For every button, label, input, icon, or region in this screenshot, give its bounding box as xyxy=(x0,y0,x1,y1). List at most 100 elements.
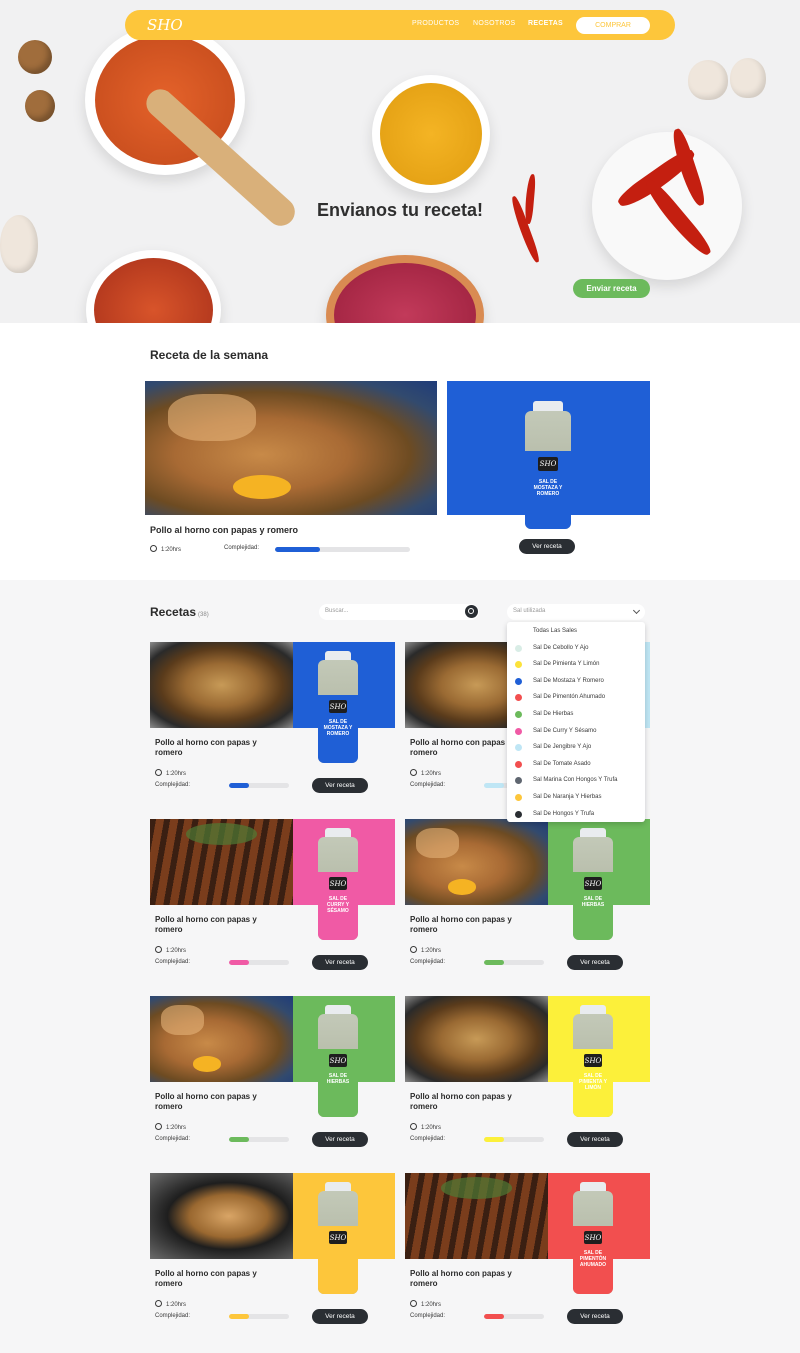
salt-color-dot xyxy=(515,727,522,735)
salt-filter-option[interactable]: Sal De Mostaza Y Romero xyxy=(507,674,645,690)
salt-color-dot xyxy=(515,694,522,702)
recipe-photo[interactable] xyxy=(405,1173,548,1259)
bottle-logo-seal: SHO xyxy=(329,1231,347,1244)
buy-button[interactable]: COMPRAR xyxy=(576,17,650,34)
bottle-label: SHO xyxy=(318,1225,358,1294)
clock-icon xyxy=(410,769,417,776)
salt-filter-option[interactable]: Sal De Jengibre Y Ajo xyxy=(507,740,645,756)
nav-link-nosotros[interactable]: NOSOTROS xyxy=(473,20,515,27)
salt-filter-option-label: Sal De Hongos Y Trufa xyxy=(533,810,595,817)
bottle-salt-name: SAL DE HIERBAS xyxy=(326,1073,350,1086)
recipe-card[interactable]: SHO SAL DE PIMENTÓN AHUMADO Pollo al horno… xyxy=(405,1173,650,1338)
clock-icon xyxy=(155,1300,162,1307)
salt-filter-option[interactable]: Sal De Hierbas xyxy=(507,707,645,723)
view-recipe-button[interactable]: Ver receta xyxy=(567,1309,623,1324)
salt-filter-option[interactable]: Sal De Tomate Asado xyxy=(507,757,645,773)
complexity-label: Complejidad: xyxy=(155,1136,191,1142)
recipe-card[interactable]: SHO SAL DE CURRY Y SÉSAMO Pollo al horno c… xyxy=(150,819,395,984)
time-value: 1:20hrs xyxy=(421,771,442,777)
bottle-body: SHO SAL DE MOSTAZA Y ROMERO xyxy=(525,411,571,529)
salt-bottle[interactable]: SHO xyxy=(318,1182,358,1294)
view-recipe-button[interactable]: Ver receta xyxy=(312,1309,368,1324)
salt-bottle[interactable]: SHO SAL DE HIERBAS xyxy=(573,828,613,940)
recipe-card[interactable]: SHO Pollo al horno con papas y romero 1:20… xyxy=(150,1173,395,1338)
recipe-name[interactable]: Pollo al horno con papas y romero xyxy=(410,915,540,935)
salt-bottle[interactable]: SHO SAL DE MOSTAZA Y ROMERO xyxy=(318,651,358,763)
bottle-logo: SHO xyxy=(584,1234,602,1243)
salt-filter-option-label: Sal De Pimentón Ahumado xyxy=(533,694,606,701)
recipe-name[interactable]: Pollo al horno con papas y romero xyxy=(155,1092,285,1112)
salt-bottle[interactable]: SHO SAL DE HIERBAS xyxy=(318,1005,358,1117)
send-recipe-button[interactable]: Enviar receta xyxy=(573,279,650,298)
bottle-salt-name: SAL DE HIERBAS xyxy=(581,896,605,909)
recipe-photo[interactable] xyxy=(150,1173,293,1259)
view-recipe-button[interactable]: Ver receta xyxy=(312,778,368,793)
recipe-photo[interactable] xyxy=(405,996,548,1082)
sumac-bowl-image xyxy=(326,255,484,323)
nav-link-productos[interactable]: PRODUCTOS xyxy=(412,20,459,27)
bottle-logo-seal: SHO xyxy=(329,877,347,890)
search-placeholder: Buscar... xyxy=(325,608,349,614)
recipe-photo[interactable] xyxy=(150,996,293,1082)
view-recipe-button[interactable]: Ver receta xyxy=(312,955,368,970)
salt-bottle[interactable]: SHO SAL DE PIMENTÓN AHUMADO xyxy=(573,1182,613,1294)
salt-color-dot xyxy=(515,644,522,652)
weekly-recipe-name[interactable]: Pollo al horno con papas y romero xyxy=(150,525,440,535)
complexity-fill xyxy=(229,1137,249,1142)
nav-link-recetas[interactable]: RECETAS xyxy=(528,20,563,27)
complexity-label: Complejidad: xyxy=(155,782,191,788)
recipe-name[interactable]: Pollo al horno con papas y romero xyxy=(410,1092,540,1112)
recipe-name[interactable]: Pollo al horno con papas y romero xyxy=(155,1269,285,1289)
salt-filter-option[interactable]: Sal De Curry Y Sésamo xyxy=(507,724,645,740)
bottle-label: SHO SAL DE HIERBAS xyxy=(573,871,613,940)
bottle-logo: SHO xyxy=(329,880,347,889)
complexity-fill xyxy=(484,1137,504,1142)
weekly-view-recipe-button[interactable]: Ver receta xyxy=(519,539,575,554)
recipe-time: 1:20hrs xyxy=(155,1123,186,1131)
recipe-photo[interactable] xyxy=(150,642,293,728)
weekly-complexity-label: Complejidad: xyxy=(224,545,260,551)
view-recipe-button[interactable]: Ver receta xyxy=(567,955,623,970)
brand-logo[interactable]: SHO xyxy=(147,16,183,34)
time-value: 1:20hrs xyxy=(166,1302,187,1308)
salt-filter-option[interactable]: Sal De Pimienta Y Limón xyxy=(507,657,645,673)
salt-filter-option[interactable]: Sal Marina Con Hongos Y Trufa xyxy=(507,773,645,789)
bottle-label: SHO SAL DE MOSTAZA Y ROMERO xyxy=(318,694,358,763)
recipe-name[interactable]: Pollo al horno con papas y romero xyxy=(410,1269,540,1289)
recipe-card[interactable]: SHO SAL DE PIMIENTA Y LIMÓN Pollo al horno… xyxy=(405,996,650,1161)
turmeric-bowl-image xyxy=(372,75,490,193)
recipe-name[interactable]: Pollo al horno con papas y romero xyxy=(155,738,285,758)
salt-bottle[interactable]: SHO SAL DE CURRY Y SÉSAMO xyxy=(318,828,358,940)
salt-filter-option[interactable]: Sal De Pimentón Ahumado xyxy=(507,690,645,706)
garlic-image xyxy=(730,58,766,98)
weekly-recipe-photo[interactable] xyxy=(145,381,437,515)
complexity-fill xyxy=(229,783,249,788)
recipe-name[interactable]: Pollo al horno con papas y romero xyxy=(155,915,285,935)
chili-flakes-bowl-image xyxy=(86,250,221,323)
recipe-card[interactable]: SHO SAL DE HIERBAS Pollo al horno con papa… xyxy=(405,819,650,984)
complexity-label: Complejidad: xyxy=(155,1313,191,1319)
search-icon[interactable] xyxy=(465,605,478,618)
recipe-time: 1:20hrs xyxy=(155,946,186,954)
salt-filter-option[interactable]: Todas Las Sales xyxy=(507,624,645,640)
search-input[interactable]: Buscar... xyxy=(319,604,479,620)
salt-color-dot xyxy=(515,794,522,801)
recipe-time: 1:20hrs xyxy=(410,769,441,777)
view-recipe-button[interactable]: Ver receta xyxy=(312,1132,368,1147)
recipe-time: 1:20hrs xyxy=(155,1300,186,1308)
recipe-card[interactable]: SHO SAL DE MOSTAZA Y ROMERO Pollo al horno… xyxy=(150,642,395,807)
salt-filter-option[interactable]: Sal De Cebollo Y Ajo xyxy=(507,641,645,657)
view-recipe-button[interactable]: Ver receta xyxy=(567,1132,623,1147)
clock-icon xyxy=(155,1123,162,1130)
recipe-card[interactable]: SHO SAL DE HIERBAS Pollo al horno con papa… xyxy=(150,996,395,1161)
salt-filter-option[interactable]: Sal De Naranja Y Hierbas xyxy=(507,790,645,806)
recipe-photo[interactable] xyxy=(405,819,548,905)
salt-color-dot xyxy=(515,677,522,685)
recipe-photo[interactable] xyxy=(150,819,293,905)
salt-filter-select[interactable]: Sal utilizada xyxy=(507,604,645,620)
weekly-salt-bottle[interactable]: SHO SAL DE MOSTAZA Y ROMERO xyxy=(525,401,571,529)
salt-bottle[interactable]: SHO SAL DE PIMIENTA Y LIMÓN xyxy=(573,1005,613,1117)
bottle-body: SHO SAL DE PIMENTÓN AHUMADO xyxy=(573,1190,613,1294)
salt-filter-option[interactable]: Sal De Hongos Y Trufa xyxy=(507,807,645,823)
weekly-recipe-time: 1:20hrs xyxy=(150,545,181,553)
